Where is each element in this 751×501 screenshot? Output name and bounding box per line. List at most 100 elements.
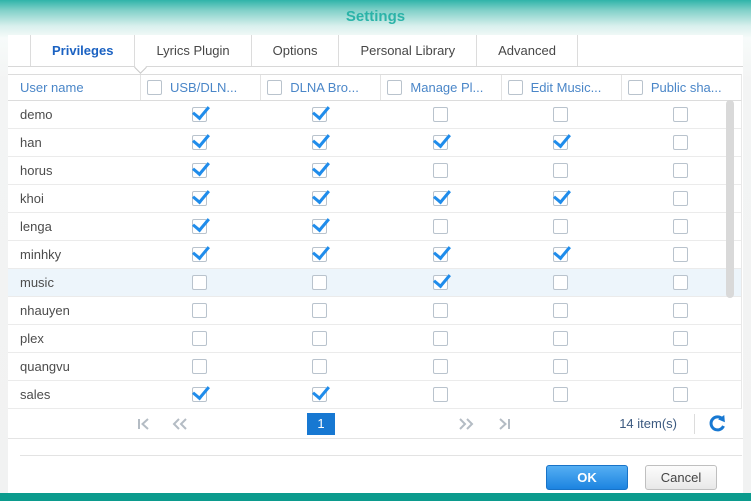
table-row[interactable]: demo	[8, 101, 741, 129]
checkbox-unchecked[interactable]	[312, 331, 327, 346]
checkbox-unchecked[interactable]	[673, 331, 688, 346]
checkbox-checked[interactable]	[433, 191, 448, 206]
checkbox-unchecked[interactable]	[553, 275, 568, 290]
checkbox-checked[interactable]	[192, 219, 207, 234]
next-page-icon[interactable]	[458, 416, 476, 432]
select-all-checkbox[interactable]	[267, 80, 282, 95]
checkbox-unchecked[interactable]	[433, 163, 448, 178]
checkbox-unchecked[interactable]	[192, 359, 207, 374]
table-row[interactable]: khoi	[8, 185, 741, 213]
select-all-checkbox[interactable]	[508, 80, 523, 95]
tab-options[interactable]: Options	[251, 35, 339, 66]
table-row[interactable]: quangvu	[8, 353, 741, 381]
checkbox-unchecked[interactable]	[673, 107, 688, 122]
table-row[interactable]: nhauyen	[8, 297, 741, 325]
username-cell: quangvu	[8, 353, 140, 380]
checkbox-unchecked[interactable]	[433, 107, 448, 122]
permission-cell	[380, 381, 500, 408]
checkbox-checked[interactable]	[312, 387, 327, 402]
checkbox-checked[interactable]	[433, 275, 448, 290]
checkbox-unchecked[interactable]	[553, 331, 568, 346]
checkbox-checked[interactable]	[312, 247, 327, 262]
column-header-user-name[interactable]: User name	[8, 75, 140, 100]
checkbox-unchecked[interactable]	[553, 387, 568, 402]
tab-privileges[interactable]: Privileges	[30, 35, 134, 66]
column-header[interactable]: DLNA Bro...	[260, 75, 380, 100]
checkbox-checked[interactable]	[192, 191, 207, 206]
tab-personal-library[interactable]: Personal Library	[338, 35, 476, 66]
permission-cell	[140, 381, 260, 408]
first-page-icon[interactable]	[135, 416, 153, 432]
checkbox-unchecked[interactable]	[433, 303, 448, 318]
checkbox-unchecked[interactable]	[192, 275, 207, 290]
column-header[interactable]: Edit Music...	[501, 75, 621, 100]
column-header[interactable]: Manage Pl...	[380, 75, 500, 100]
checkbox-unchecked[interactable]	[312, 303, 327, 318]
checkbox-unchecked[interactable]	[192, 331, 207, 346]
checkbox-checked[interactable]	[312, 219, 327, 234]
cancel-button[interactable]: Cancel	[645, 465, 717, 490]
checkbox-unchecked[interactable]	[673, 163, 688, 178]
checkbox-checked[interactable]	[192, 163, 207, 178]
checkbox-unchecked[interactable]	[673, 135, 688, 150]
checkbox-unchecked[interactable]	[673, 359, 688, 374]
refresh-icon[interactable]	[707, 414, 727, 434]
table-row[interactable]: lenga	[8, 213, 741, 241]
last-page-icon[interactable]	[495, 416, 513, 432]
checkbox-unchecked[interactable]	[433, 359, 448, 374]
checkbox-unchecked[interactable]	[673, 387, 688, 402]
checkbox-unchecked[interactable]	[553, 219, 568, 234]
checkbox-unchecked[interactable]	[312, 359, 327, 374]
checkbox-unchecked[interactable]	[553, 107, 568, 122]
checkbox-unchecked[interactable]	[673, 191, 688, 206]
previous-page-icon[interactable]	[170, 416, 188, 432]
column-header-label: Public sha...	[651, 80, 722, 95]
current-page-button[interactable]: 1	[307, 413, 335, 435]
checkbox-checked[interactable]	[433, 135, 448, 150]
checkbox-checked[interactable]	[312, 107, 327, 122]
checkbox-unchecked[interactable]	[433, 331, 448, 346]
select-all-checkbox[interactable]	[147, 80, 162, 95]
checkbox-checked[interactable]	[192, 107, 207, 122]
ok-button[interactable]: OK	[546, 465, 628, 490]
table-row[interactable]: music	[8, 269, 741, 297]
scrollbar-thumb[interactable]	[726, 100, 734, 298]
table-row[interactable]: horus	[8, 157, 741, 185]
checkbox-unchecked[interactable]	[433, 219, 448, 234]
checkbox-checked[interactable]	[192, 247, 207, 262]
pagination-bar: 1 14 item(s)	[8, 409, 743, 439]
select-all-checkbox[interactable]	[387, 80, 402, 95]
checkbox-unchecked[interactable]	[553, 303, 568, 318]
column-header[interactable]: USB/DLN...	[140, 75, 260, 100]
permission-cell	[501, 157, 621, 184]
checkbox-unchecked[interactable]	[433, 387, 448, 402]
checkbox-unchecked[interactable]	[312, 275, 327, 290]
tab-lyrics-plugin[interactable]: Lyrics Plugin	[134, 35, 250, 66]
tab-advanced[interactable]: Advanced	[476, 35, 578, 66]
checkbox-unchecked[interactable]	[553, 359, 568, 374]
checkbox-unchecked[interactable]	[673, 247, 688, 262]
checkbox-checked[interactable]	[312, 163, 327, 178]
checkbox-checked[interactable]	[553, 247, 568, 262]
checkbox-unchecked[interactable]	[673, 275, 688, 290]
table-row[interactable]: han	[8, 129, 741, 157]
checkbox-checked[interactable]	[192, 387, 207, 402]
username-cell: horus	[8, 157, 140, 184]
checkbox-checked[interactable]	[433, 247, 448, 262]
checkbox-unchecked[interactable]	[673, 303, 688, 318]
checkbox-checked[interactable]	[192, 135, 207, 150]
username-cell: demo	[8, 101, 140, 128]
checkbox-checked[interactable]	[312, 135, 327, 150]
checkbox-unchecked[interactable]	[192, 303, 207, 318]
checkbox-checked[interactable]	[553, 191, 568, 206]
permission-cell	[260, 157, 380, 184]
table-row[interactable]: plex	[8, 325, 741, 353]
checkbox-checked[interactable]	[553, 135, 568, 150]
table-row[interactable]: sales	[8, 381, 741, 409]
checkbox-unchecked[interactable]	[553, 163, 568, 178]
checkbox-checked[interactable]	[312, 191, 327, 206]
table-row[interactable]: minhky	[8, 241, 741, 269]
select-all-checkbox[interactable]	[628, 80, 643, 95]
column-header[interactable]: Public sha...	[621, 75, 741, 100]
checkbox-unchecked[interactable]	[673, 219, 688, 234]
